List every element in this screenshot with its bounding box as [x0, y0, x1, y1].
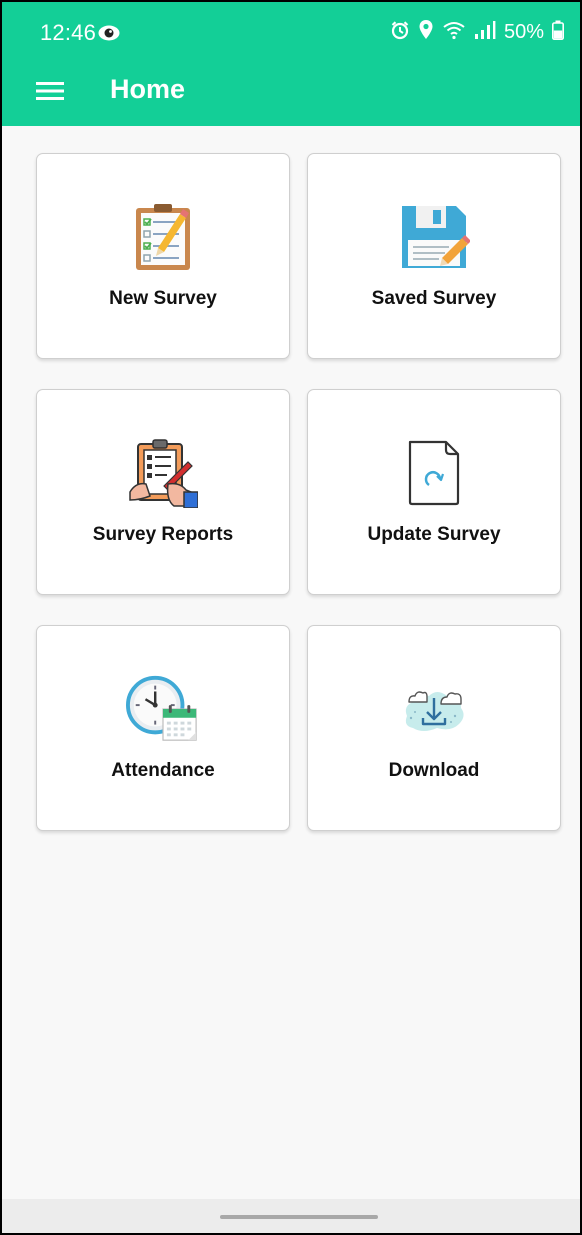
- saved-survey-card[interactable]: Saved Survey: [307, 153, 561, 359]
- card-label: Update Survey: [367, 524, 501, 545]
- location-icon: [418, 19, 434, 46]
- card-label: Download: [388, 760, 480, 781]
- cloud-download-icon: [397, 672, 471, 746]
- clock-calendar-icon: [126, 672, 200, 746]
- battery-text: 50%: [503, 21, 544, 43]
- update-document-icon: [397, 436, 471, 510]
- battery-icon: [552, 20, 564, 46]
- new-survey-card[interactable]: New Survey: [36, 153, 290, 359]
- card-label: Saved Survey: [371, 288, 497, 309]
- status-icons: 50%: [390, 19, 564, 46]
- floppy-disk-icon: [397, 200, 471, 274]
- alarm-icon: [390, 20, 410, 46]
- checklist-clipboard-icon: [126, 200, 200, 274]
- status-time: 12:46: [40, 20, 97, 45]
- navigation-bar: [2, 1199, 580, 1233]
- app-bar: 12:46 50% Home: [2, 2, 580, 126]
- download-card[interactable]: Download: [307, 625, 561, 831]
- toolbar: Home: [2, 60, 580, 126]
- signal-icon: [474, 20, 496, 46]
- clipboard-writing-icon: [126, 436, 200, 510]
- update-survey-card[interactable]: Update Survey: [307, 389, 561, 595]
- status-bar: 12:46 50%: [2, 2, 580, 60]
- hamburger-icon: [36, 82, 64, 100]
- attendance-card[interactable]: Attendance: [36, 625, 290, 831]
- card-label: Survey Reports: [92, 524, 234, 545]
- card-label: Attendance: [111, 760, 215, 781]
- screen: 12:46 50% Home New Survey Saved Survey S…: [0, 0, 582, 1235]
- survey-reports-card[interactable]: Survey Reports: [36, 389, 290, 595]
- eye-icon: [97, 24, 121, 47]
- hamburger-menu-button[interactable]: [30, 73, 70, 109]
- wifi-icon: [442, 20, 466, 46]
- home-gesture-handle[interactable]: [220, 1215, 378, 1219]
- card-label: New Survey: [109, 288, 217, 309]
- page-title: Home: [110, 74, 186, 104]
